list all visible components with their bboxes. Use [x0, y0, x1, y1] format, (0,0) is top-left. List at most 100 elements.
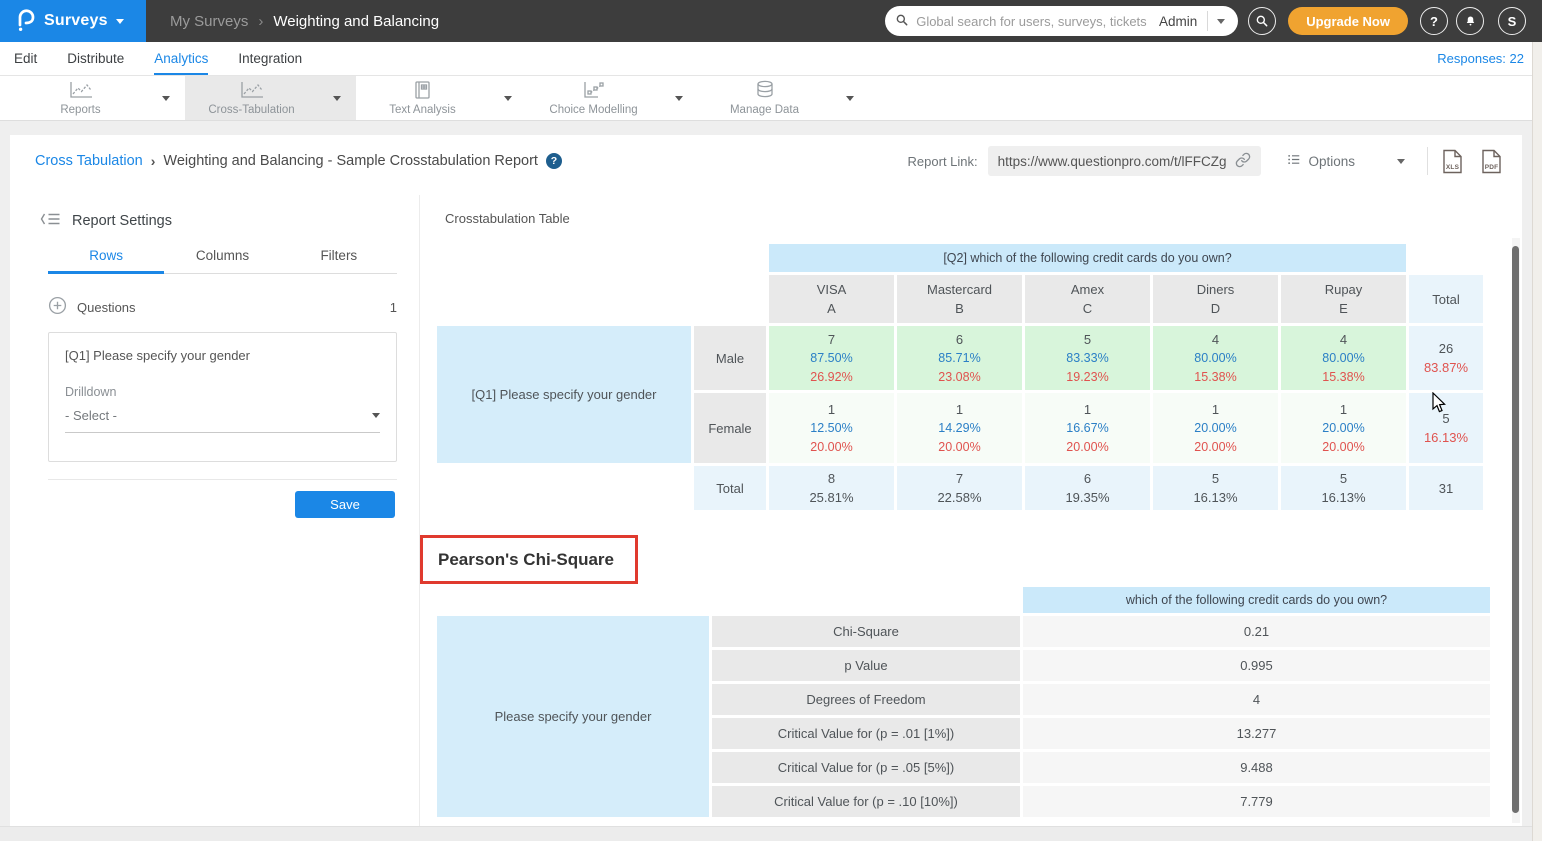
- avatar[interactable]: S: [1498, 7, 1526, 35]
- chi-row-value-chi-square: 0.21: [1023, 616, 1490, 647]
- scrollbar-thumb[interactable]: [1512, 246, 1519, 813]
- list-icon: [1287, 153, 1301, 169]
- toolbar-reports[interactable]: Reports: [14, 76, 185, 120]
- search-input[interactable]: [916, 14, 1159, 29]
- toolbar-item-main: Reports: [14, 81, 147, 116]
- chi-spacer: [712, 587, 1020, 613]
- export-pdf-button[interactable]: PDF: [1481, 149, 1502, 174]
- brand-block[interactable]: Surveys: [0, 0, 146, 42]
- crosstab-spacer: [437, 275, 691, 323]
- options-label: Options: [1308, 154, 1355, 169]
- column-header-amex: AmexC: [1025, 275, 1150, 323]
- questions-label: Questions: [77, 300, 136, 315]
- vertical-scrollbar[interactable]: [1512, 238, 1520, 823]
- pearson-section-title: Pearson's Chi-Square: [438, 550, 614, 570]
- chi-column-header: which of the following credit cards do y…: [1023, 587, 1490, 613]
- settings-tab-rows[interactable]: Rows: [48, 242, 164, 274]
- search-scope-dropdown[interactable]: [1208, 19, 1234, 24]
- help-icon[interactable]: ?: [546, 153, 562, 169]
- settings-tab-columns[interactable]: Columns: [164, 242, 280, 274]
- help-button[interactable]: ?: [1420, 7, 1448, 35]
- report-url-box[interactable]: https://www.questionpro.com/t/lFFCZg: [988, 146, 1262, 176]
- line-chart-icon: [239, 81, 265, 103]
- choice-modelling-icon: [582, 81, 606, 103]
- crosstab-cell-female-mastercard: 114.29%20.00%: [897, 393, 1022, 463]
- toolbar-item-dropdown[interactable]: [660, 96, 698, 101]
- options-button[interactable]: Options: [1287, 153, 1355, 169]
- breadcrumb-separator: ›: [258, 13, 263, 30]
- toolbar-item-dropdown[interactable]: [831, 96, 869, 101]
- toolbar-item-label: Cross-Tabulation: [208, 104, 294, 116]
- report-url[interactable]: https://www.questionpro.com/t/lFFCZg: [998, 154, 1227, 169]
- column-header-rupay: RupayE: [1281, 275, 1406, 323]
- xls-label: XLS: [1442, 164, 1463, 171]
- chevron-down-icon: [504, 96, 512, 101]
- chevron-down-icon[interactable]: [1397, 159, 1405, 164]
- chi-row-label-critical-value-for-p-05-5: Critical Value for (p = .05 [5%]): [712, 752, 1020, 783]
- crosstab-cell-female-visa: 112.50%20.00%: [769, 393, 894, 463]
- chi-row-label-p-value: p Value: [712, 650, 1020, 681]
- collapse-panel-icon[interactable]: [40, 211, 62, 230]
- page-scrollbar-gutter[interactable]: [1532, 42, 1542, 841]
- toolbar-manage-data[interactable]: Manage Data: [698, 76, 869, 120]
- crosstab-column-question: [Q2] which of the following credit cards…: [769, 244, 1406, 272]
- toolbar-item-label: Manage Data: [730, 104, 799, 116]
- notifications-button[interactable]: [1456, 7, 1484, 35]
- toolbar-choice-modelling[interactable]: Choice Modelling: [527, 76, 698, 120]
- global-search[interactable]: Admin: [885, 6, 1238, 36]
- toolbar-item-dropdown[interactable]: [318, 96, 356, 101]
- crosstab-cell-male-amex: 583.33%19.23%: [1025, 326, 1150, 390]
- export-xls-button[interactable]: XLS: [1442, 149, 1463, 174]
- cross-tabulation-link[interactable]: Cross Tabulation: [35, 153, 143, 169]
- column-header-diners: DinersD: [1153, 275, 1278, 323]
- chi-row-label-critical-value-for-p-01-1: Critical Value for (p = .01 [1%]): [712, 718, 1020, 749]
- crosstab-spacer: [437, 466, 691, 510]
- settings-tabs: RowsColumnsFilters: [48, 242, 397, 274]
- tab-integration[interactable]: Integration: [238, 42, 302, 75]
- database-icon: [755, 80, 775, 103]
- link-icon[interactable]: [1235, 152, 1251, 171]
- chi-square-table: which of the following credit cards do y…: [434, 584, 1493, 820]
- responses-count[interactable]: Responses: 22: [1437, 51, 1542, 66]
- toolbar-item-dropdown[interactable]: [489, 96, 527, 101]
- chevron-down-icon: [372, 413, 380, 418]
- drilldown-label: Drilldown: [65, 385, 380, 399]
- tab-edit[interactable]: Edit: [14, 42, 37, 75]
- analytics-toolbar: Reports Cross-Tabulation Text AnalysisChoi…: [0, 76, 1542, 121]
- column-header-visa: VISAA: [769, 275, 894, 323]
- breadcrumb-separator: ›: [151, 153, 156, 169]
- crosstab-total-male: 2683.87%: [1409, 326, 1483, 390]
- chi-row-value-critical-value-for-p-05-5: 9.488: [1023, 752, 1490, 783]
- column-header-mastercard: MastercardB: [897, 275, 1022, 323]
- topbar: Surveys My Surveys › Weighting and Balan…: [0, 0, 1542, 42]
- crosstab-cell-male-mastercard: 685.71%23.08%: [897, 326, 1022, 390]
- line-chart-icon: [68, 81, 94, 103]
- crosstab-cell-male-diners: 480.00%15.38%: [1153, 326, 1278, 390]
- crosstab-spacer: [694, 244, 766, 272]
- crosstab-cell-male-rupay: 480.00%15.38%: [1281, 326, 1406, 390]
- questions-row: Questions 1: [48, 296, 397, 318]
- crosstab-spacer: [1409, 244, 1483, 272]
- chi-row-label-chi-square: Chi-Square: [712, 616, 1020, 647]
- save-button[interactable]: Save: [295, 491, 395, 518]
- toolbar-item-dropdown[interactable]: [147, 96, 185, 101]
- toolbar-cross-tabulation[interactable]: Cross-Tabulation: [185, 76, 356, 120]
- toolbar-text-analysis[interactable]: Text Analysis: [356, 76, 527, 120]
- tab-distribute[interactable]: Distribute: [67, 42, 124, 75]
- search-button[interactable]: [1248, 7, 1276, 35]
- chi-question-cell: Please specify your gender: [437, 616, 709, 817]
- add-question-icon[interactable]: [48, 296, 67, 318]
- crosstab-cell-female-diners: 120.00%20.00%: [1153, 393, 1278, 463]
- breadcrumb-my-surveys[interactable]: My Surveys: [170, 13, 248, 30]
- crosstab-columntotal-amex: 619.35%: [1025, 466, 1150, 510]
- drilldown-select[interactable]: - Select -: [65, 408, 380, 433]
- upgrade-now-button[interactable]: Upgrade Now: [1288, 7, 1408, 35]
- tab-analytics[interactable]: Analytics: [154, 42, 208, 75]
- chevron-down-icon: [846, 96, 854, 101]
- mouse-cursor: [1429, 392, 1449, 414]
- crosstab-cell-female-amex: 116.67%20.00%: [1025, 393, 1150, 463]
- crosstab-section-title: Crosstabulation Table: [445, 211, 570, 226]
- search-scope-label[interactable]: Admin: [1159, 14, 1197, 29]
- settings-tab-filters[interactable]: Filters: [281, 242, 397, 274]
- question-card: [Q1] Please specify your gender Drilldow…: [48, 332, 397, 462]
